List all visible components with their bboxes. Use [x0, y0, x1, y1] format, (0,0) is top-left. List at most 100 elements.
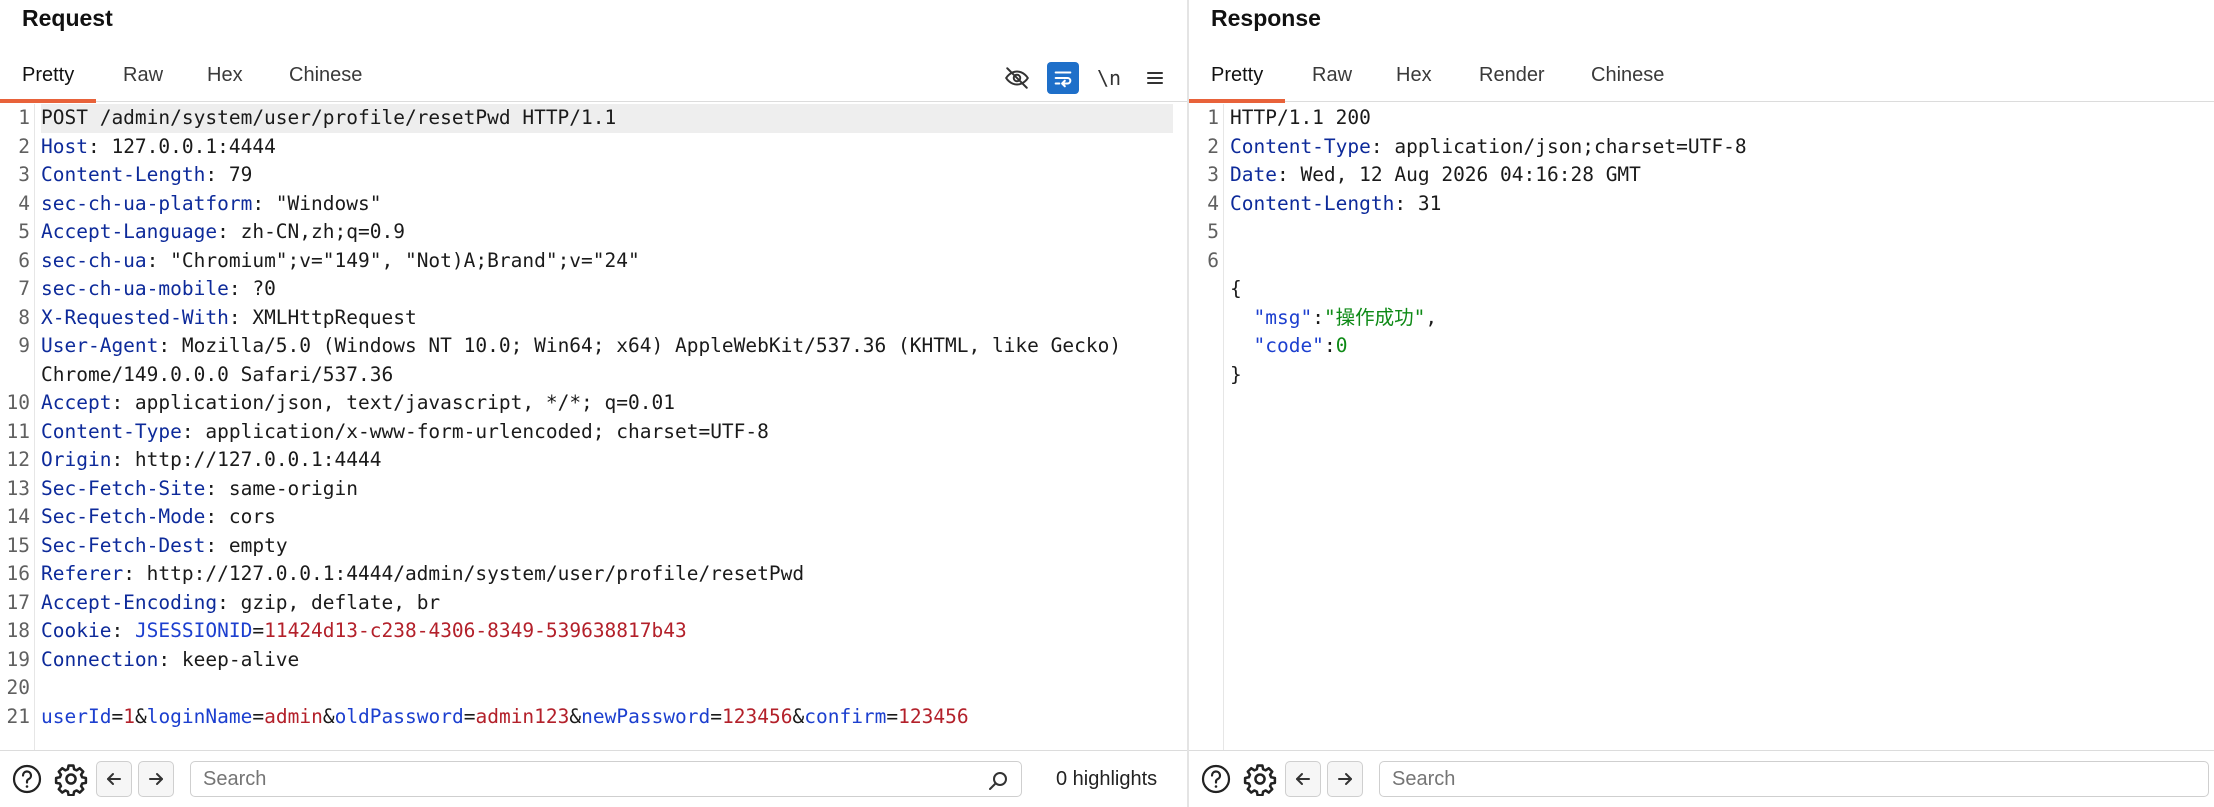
code-text: X-Requested-With: XMLHttpRequest — [41, 304, 1173, 333]
code-token: = — [252, 704, 265, 728]
code-token: : Mozilla/5.0 (Windows NT 10.0; Win64; x… — [158, 334, 1122, 357]
code-token: "操作成功" — [1323, 305, 1426, 329]
arrow-right-icon[interactable] — [1327, 761, 1363, 797]
code-token: User-Agent — [41, 334, 159, 357]
code-text: { — [1230, 275, 2200, 304]
help-icon[interactable] — [1197, 760, 1235, 798]
code-token: : — [1312, 305, 1324, 329]
code-token: Date — [1230, 163, 1277, 186]
response-code-line[interactable]: 4 Content-Length: 31 — [1189, 190, 2214, 219]
line-number: 4 — [1207, 191, 1219, 215]
response-search-input[interactable] — [1392, 763, 2208, 796]
code-text: Sec-Fetch-Mode: cors — [41, 503, 1173, 532]
code-token: POST /admin/system/user/profile/resetPwd… — [41, 106, 617, 129]
request-code-line[interactable]: 18 Cookie: JSESSIONID=11424d13-c238-4306-… — [0, 617, 1187, 646]
line-number: 12 — [6, 448, 30, 471]
request-editor[interactable]: 1 POST /admin/system/user/profile/resetPw… — [0, 104, 1187, 750]
response-editor[interactable]: 1 HTTP/1.1 200 2 Content-Type: application/… — [1189, 104, 2214, 750]
code-text: Connection: keep-alive — [41, 646, 1173, 675]
code-token: : application/x-www-form-urlencoded; cha… — [181, 419, 769, 443]
response-code-line[interactable]: "msg":"操作成功", — [1189, 304, 2214, 333]
request-code-line[interactable]: 20 — [0, 674, 1187, 703]
code-token: JSESSIONID — [134, 619, 253, 642]
line-number: 21 — [6, 704, 30, 728]
arrow-left-icon[interactable] — [96, 761, 132, 797]
menu-icon[interactable] — [1139, 62, 1171, 94]
gear-icon[interactable] — [52, 760, 90, 798]
response-code-line[interactable]: 5 — [1189, 218, 2214, 247]
code-token: & — [322, 704, 335, 728]
eye-off-icon[interactable] — [1001, 62, 1033, 94]
response-code-line[interactable]: } — [1189, 361, 2214, 390]
request-code-line[interactable]: 10 Accept: application/json, text/javascr… — [0, 389, 1187, 418]
code-token: } — [1230, 362, 1242, 386]
code-text: Content-Type: application/json;charset=U… — [1230, 133, 2200, 162]
code-token: newPassword — [581, 704, 711, 728]
response-tab-hex[interactable]: Hex — [1374, 54, 1454, 102]
request-code-line[interactable]: 17 Accept-Encoding: gzip, deflate, br — [0, 589, 1187, 618]
help-icon[interactable] — [8, 760, 46, 798]
request-tab-pretty[interactable]: Pretty — [0, 54, 97, 103]
code-text: "code":0 — [1230, 332, 2200, 361]
request-code-line[interactable]: 15 Sec-Fetch-Dest: empty — [0, 532, 1187, 561]
request-code-line[interactable]: 19 Connection: keep-alive — [0, 646, 1187, 675]
arrow-left-icon[interactable] — [1285, 761, 1321, 797]
code-text: Accept-Encoding: gzip, deflate, br — [41, 589, 1173, 618]
wrap-lines-icon[interactable] — [1047, 62, 1079, 94]
request-code-line[interactable]: 11 Content-Type: application/x-www-form-u… — [0, 418, 1187, 447]
response-code-line[interactable]: 2 Content-Type: application/json;charset=… — [1189, 133, 2214, 162]
request-code-line[interactable]: 8 X-Requested-With: XMLHttpRequest — [0, 304, 1187, 333]
request-code-line[interactable]: 13 Sec-Fetch-Site: same-origin — [0, 475, 1187, 504]
arrow-right-icon[interactable] — [138, 761, 174, 797]
response-code-line[interactable]: { — [1189, 275, 2214, 304]
request-tab-chinese[interactable]: Chinese — [267, 54, 384, 102]
request-code-line[interactable]: 12 Origin: http://127.0.0.1:4444 — [0, 446, 1187, 475]
response-code-line[interactable]: "code":0 — [1189, 332, 2214, 361]
code-text: Sec-Fetch-Dest: empty — [41, 532, 1173, 561]
request-search-input[interactable] — [203, 763, 1021, 796]
code-token: 0 — [1335, 334, 1348, 357]
response-code-line[interactable]: 1 HTTP/1.1 200 — [1189, 104, 2214, 133]
response-tab-pretty[interactable]: Pretty — [1189, 54, 1286, 103]
response-tab-raw[interactable]: Raw — [1290, 54, 1374, 102]
request-code-line[interactable]: Chrome/149.0.0.0 Safari/537.36 — [0, 361, 1187, 390]
request-code-line[interactable]: 16 Referer: http://127.0.0.1:4444/admin/s… — [0, 560, 1187, 589]
request-code-line[interactable]: 1 POST /admin/system/user/profile/resetPw… — [0, 104, 1187, 133]
code-token: & — [569, 704, 582, 728]
gear-icon[interactable] — [1241, 760, 1279, 798]
request-code-line[interactable]: 14 Sec-Fetch-Mode: cors — [0, 503, 1187, 532]
code-text: } — [1230, 361, 2200, 390]
code-token: "code" — [1253, 334, 1324, 357]
code-token: : empty — [205, 533, 288, 557]
response-footer — [1189, 750, 2214, 807]
request-code-line[interactable]: 9 User-Agent: Mozilla/5.0 (Windows NT 10.… — [0, 332, 1187, 361]
request-tabbar: Pretty Raw Hex Chinese \n — [0, 54, 1187, 103]
code-token: : 127.0.0.1:4444 — [87, 134, 276, 158]
request-tab-raw[interactable]: Raw — [101, 54, 185, 102]
code-token: : — [1323, 334, 1336, 357]
request-code-line[interactable]: 21 userId=1&loginName=admin&oldPassword=a… — [0, 703, 1187, 732]
line-number: 1 — [1207, 106, 1219, 129]
code-token: : cors — [205, 505, 276, 528]
response-code-line[interactable]: 6 — [1189, 247, 2214, 276]
code-text: userId=1&loginName=admin&oldPassword=adm… — [41, 703, 1173, 732]
response-tab-chinese[interactable]: Chinese — [1569, 54, 1686, 102]
line-number: 2 — [18, 134, 30, 158]
code-text: Chrome/149.0.0.0 Safari/537.36 — [41, 361, 1173, 390]
response-code-line[interactable]: 3 Date: Wed, 12 Aug 2026 04:16:28 GMT — [1189, 161, 2214, 190]
code-token: 1 — [123, 704, 135, 728]
request-code-line[interactable]: 2 Host: 127.0.0.1:4444 — [0, 133, 1187, 162]
request-code-line[interactable]: 6 sec-ch-ua: "Chromium";v="149", "Not)A;B… — [0, 247, 1187, 276]
code-token: Content-Length — [41, 163, 206, 186]
request-code-line[interactable]: 5 Accept-Language: zh-CN,zh;q=0.9 — [0, 218, 1187, 247]
request-code-line[interactable]: 4 sec-ch-ua-platform: "Windows" — [0, 190, 1187, 219]
search-icon[interactable] — [987, 769, 1009, 803]
request-code-line[interactable]: 3 Content-Length: 79 — [0, 161, 1187, 190]
request-tab-hex[interactable]: Hex — [185, 54, 265, 102]
request-code-line[interactable]: 7 sec-ch-ua-mobile: ?0 — [0, 275, 1187, 304]
response-tab-render[interactable]: Render — [1457, 54, 1567, 102]
response-search-box — [1379, 761, 2209, 797]
newline-toggle-button[interactable]: \n — [1093, 62, 1125, 94]
request-search-box — [190, 761, 1022, 797]
